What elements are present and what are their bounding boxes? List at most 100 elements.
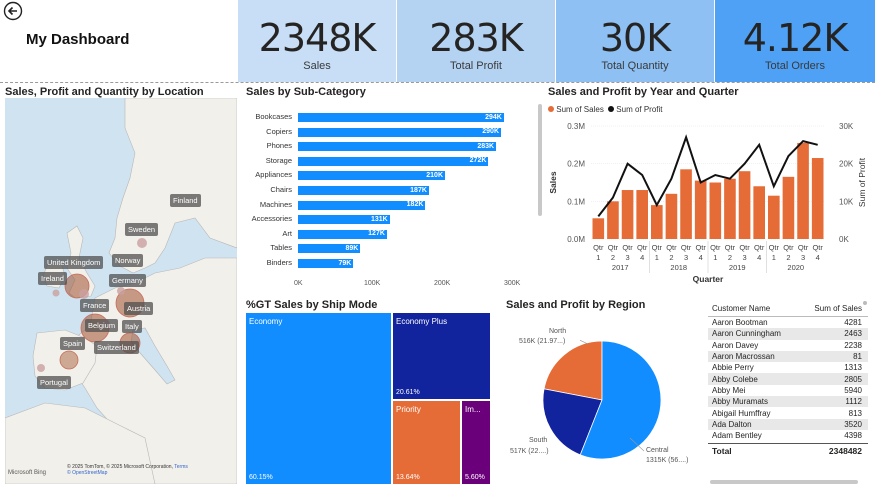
map-osm-link[interactable]: © OpenStreetMap: [67, 470, 107, 476]
sales-bar[interactable]: [694, 180, 707, 239]
x-axis-title: Quarter: [693, 274, 724, 284]
axis-tick-label: 100K: [364, 280, 381, 287]
table-row[interactable]: Abby Mei 5940: [708, 385, 868, 396]
table-row[interactable]: Aaron Macrossan 81: [708, 350, 868, 363]
bar-value-label: 187K: [410, 186, 427, 194]
table-row[interactable]: Ada Dalton 3520: [708, 418, 868, 430]
table-row[interactable]: Abbie Perry 1313: [708, 362, 868, 373]
treemap-block-economy[interactable]: Economy 60.15%: [246, 313, 391, 484]
bar-value-label: 210K: [426, 171, 443, 179]
table-horizontal-scrollbar[interactable]: [710, 480, 858, 484]
pie-label-north: North: [549, 328, 567, 335]
customer-sales: 3520: [844, 419, 862, 429]
quarter-number: 3: [684, 253, 688, 262]
bar-value-label: 294K: [485, 113, 502, 121]
sales-bar[interactable]: [680, 169, 692, 239]
kpi-value: 2348K: [258, 16, 377, 60]
map-label-italy: Italy: [122, 320, 142, 333]
sales-bar[interactable]: [797, 142, 809, 239]
bar-category-label: Chairs: [270, 185, 292, 194]
treemap-label: Economy: [249, 317, 283, 326]
table-row[interactable]: Abigail Humffray 813: [708, 407, 868, 418]
customer-name: Aaron Bootman: [712, 318, 768, 328]
treemap-block-economy-plus[interactable]: Economy Plus 20.61%: [393, 313, 490, 399]
yearquarter-combo-chart[interactable]: 0.3M 30K0.2M 20K0.1M 10K0.0M 0KQtr1Qtr2Qtr3Q…: [543, 116, 875, 296]
map-label-belgium: Belgium: [85, 319, 119, 332]
bar-value-label: 283K: [477, 142, 495, 150]
table-total-row: Total 2348482: [708, 443, 868, 457]
customer-name: Adam Bentley: [712, 431, 762, 441]
treemap-pct: 20.61%: [396, 389, 420, 396]
axis-tick-label: 300K: [504, 280, 521, 287]
table-col-sum-of-sales[interactable]: Sum of Sales: [806, 304, 864, 313]
year-label: 2020: [787, 263, 804, 272]
yearquarter-scrollbar[interactable]: [538, 104, 542, 216]
customer-sales: 4281: [844, 318, 862, 328]
sales-bar[interactable]: [651, 205, 663, 239]
customer-sales: 5940: [844, 385, 862, 395]
kpi-card-sales: 2348K Sales: [238, 0, 396, 82]
sales-bar[interactable]: [621, 190, 634, 239]
yearquarter-title: Sales and Profit by Year and Quarter: [548, 86, 739, 98]
pie-label-south: South: [529, 437, 548, 444]
customer-sales: 4398: [844, 431, 862, 441]
bar-category-label: Tables: [270, 243, 292, 253]
back-arrow-icon[interactable]: [3, 1, 23, 21]
quarter-number: 4: [816, 253, 820, 262]
sales-bar[interactable]: [753, 186, 765, 239]
customer-sales-table[interactable]: Customer Name Sum of Sales Aaron Bootman…: [708, 301, 868, 457]
map-visual[interactable]: Finland Sweden Norway United Kingdom Ire…: [5, 98, 237, 484]
quarter-label: Qtr: [666, 243, 677, 252]
kpi-card-total-quantity: 30K Total Quantity: [556, 0, 714, 82]
customer-name: Abby Mei: [712, 385, 746, 395]
sales-bar[interactable]: [636, 190, 648, 239]
table-row[interactable]: Adam Bentley 4398: [708, 430, 868, 441]
table-vertical-scrollbar[interactable]: [863, 301, 867, 305]
customer-name: Ada Dalton: [712, 419, 752, 429]
quarter-label: Qtr: [739, 243, 750, 252]
quarter-number: 2: [786, 253, 790, 262]
treemap-block-immediate[interactable]: Im... 5.60%: [462, 401, 490, 484]
quarter-label: Qtr: [710, 243, 721, 252]
bing-logo: Microsoft Bing: [8, 470, 47, 476]
bar-category-label: Copiers: [266, 126, 292, 136]
customer-sales: 1313: [844, 363, 862, 373]
table-row[interactable]: Aaron Davey 2238: [708, 340, 868, 351]
kpi-label: Sales: [303, 60, 331, 72]
sales-bar[interactable]: [782, 176, 795, 239]
customer-name: Abbie Perry: [712, 363, 754, 373]
table-row[interactable]: Abby Muramats 1112: [708, 396, 868, 408]
treemap-block-priority[interactable]: Priority 13.64%: [393, 401, 460, 484]
header-divider: [0, 82, 875, 84]
table-row[interactable]: Aaron Bootman 4281: [708, 317, 868, 328]
sales-bar[interactable]: [709, 182, 722, 240]
map-label-austria: Austria: [124, 302, 154, 315]
kpi-value: 283K: [429, 16, 523, 60]
year-label: 2019: [729, 263, 746, 272]
subcategory-bar-chart[interactable]: Bookcases 294K Copiers 290K Phones 283K Storag…: [246, 98, 536, 294]
map-label-france: France: [80, 299, 110, 312]
kpi-label: Total Orders: [765, 60, 825, 72]
map-attribution: © 2025 TomTom, © 2025 Microsoft Corporat…: [67, 464, 188, 476]
map-label-spain: Spain: [60, 337, 86, 350]
sales-bar[interactable]: [724, 178, 736, 239]
customer-sales: 2805: [844, 374, 862, 384]
map-label-portugal: Portugal: [37, 376, 71, 389]
kpi-value: 4.12K: [742, 16, 849, 60]
sales-bar[interactable]: [768, 195, 780, 239]
table-row[interactable]: Aaron Cunningham 2463: [708, 328, 868, 340]
quarter-label: Qtr: [652, 243, 663, 252]
sales-bar[interactable]: [811, 158, 824, 239]
sales-bar[interactable]: [607, 201, 619, 239]
quarter-number: 4: [757, 253, 761, 262]
sales-bar[interactable]: [592, 218, 605, 239]
map-terms-link[interactable]: Terms: [174, 464, 188, 470]
quarter-label: Qtr: [754, 243, 765, 252]
table-col-customer-name[interactable]: Customer Name: [708, 304, 806, 313]
sales-bar[interactable]: [665, 193, 678, 239]
legend-sales-swatch: [548, 106, 554, 112]
kpi-label: Total Quantity: [601, 60, 669, 72]
sales-bar[interactable]: [738, 171, 751, 239]
table-row[interactable]: Abby Colebe 2805: [708, 373, 868, 385]
quarter-label: Qtr: [798, 243, 809, 252]
